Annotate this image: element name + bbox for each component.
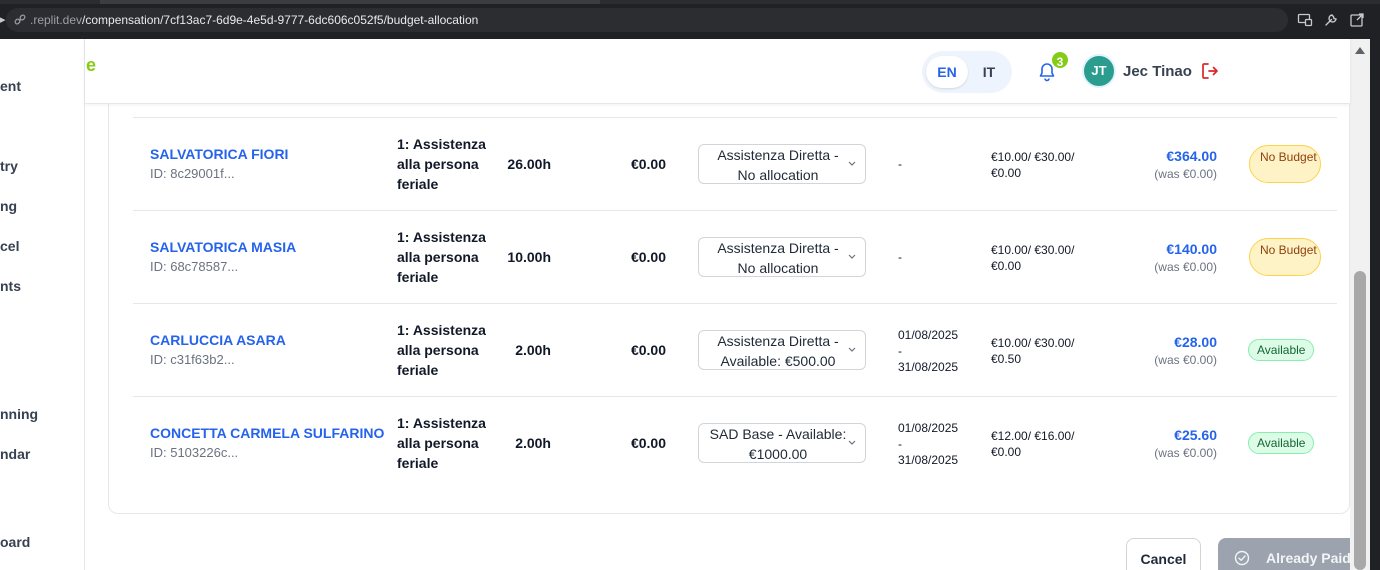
wrench-icon[interactable]	[1323, 12, 1339, 28]
tab[interactable]	[100, 0, 600, 4]
period-end: 31/08/2025	[898, 360, 959, 374]
notification-badge: 3	[1050, 50, 1070, 70]
sidebar-item-3[interactable]: ng	[0, 198, 17, 214]
url-host: .replit.dev	[30, 13, 83, 27]
sidebar-item-5[interactable]: nts	[0, 278, 21, 294]
allocation-select[interactable]: SAD Base - Available: €1000.00	[698, 423, 866, 463]
total-amount: €25.60	[1174, 427, 1217, 443]
period-end: 31/08/2025	[898, 453, 959, 467]
employee-id: ID: 68c78587...	[150, 259, 239, 274]
period-separator: -	[898, 344, 902, 358]
employee-name-link[interactable]: SALVATORICA MASIA	[150, 239, 296, 255]
sidebar-item-7[interactable]: ndar	[0, 446, 30, 462]
sidebar-item-1[interactable]: ent	[0, 78, 21, 94]
allocation-select-value: Assistenza Diretta - No allocation	[717, 147, 839, 183]
sidebar-item-6[interactable]: nning	[0, 406, 38, 422]
chevron-down-icon	[848, 347, 856, 352]
hours-value: 26.00h	[507, 156, 551, 172]
browser-address-bar: ▸ .replit.dev/compensation/7cf13ac7-6d9e…	[0, 0, 1380, 39]
hours-value: 2.00h	[515, 342, 551, 358]
language-en-button[interactable]: EN	[926, 56, 968, 88]
period-start: 01/08/2025	[898, 328, 959, 342]
link-icon	[14, 14, 26, 25]
paid-amount: €0.00	[630, 156, 666, 172]
chevron-down-icon	[848, 161, 856, 166]
tab-strip	[0, 0, 1380, 4]
rates-value: €10.00/ €30.00/ €0.50	[991, 336, 1075, 366]
period-start: -	[898, 157, 902, 171]
previous-amount: (was €0.00)	[1154, 446, 1217, 460]
chevron-down-icon	[848, 254, 856, 259]
sidebar-item-8[interactable]: oard	[0, 534, 30, 550]
paid-amount: €0.00	[630, 249, 666, 265]
cast-icon[interactable]	[1297, 12, 1313, 28]
status-badge: Available	[1248, 432, 1315, 454]
logout-icon[interactable]	[1200, 61, 1220, 81]
language-it-button[interactable]: IT	[968, 56, 1010, 88]
employee-name-link[interactable]: CONCETTA CARMELA SULFARINO	[150, 425, 384, 441]
allocation-select[interactable]: Assistenza Diretta - No allocation	[698, 237, 866, 277]
rates-value: €10.00/ €30.00/ €0.00	[991, 150, 1075, 180]
rates-value: €10.00/ €30.00/ €0.00	[991, 243, 1075, 273]
previous-amount: (was €0.00)	[1154, 353, 1217, 367]
already-paid-button[interactable]: Already Paid	[1218, 538, 1368, 570]
total-amount: €28.00	[1174, 334, 1217, 350]
allocation-select[interactable]: Assistenza Diretta - No allocation	[698, 144, 866, 184]
sidebar: ent try ng cel nts nning ndar oard	[0, 39, 85, 570]
total-amount: €140.00	[1166, 241, 1217, 257]
previous-amount: (was €0.00)	[1154, 167, 1217, 181]
employee-name-link[interactable]: SALVATORICA FIORI	[150, 146, 288, 162]
status-badge: Available	[1248, 339, 1315, 361]
paid-amount: €0.00	[630, 342, 666, 358]
sidebar-item-2[interactable]: try	[0, 158, 18, 174]
employee-id: ID: 8c29001f...	[150, 166, 235, 181]
previous-amount: (was €0.00)	[1154, 260, 1217, 274]
employee-name-link[interactable]: CARLUCCIA ASARA	[150, 332, 286, 348]
status-badge: No Budget	[1249, 238, 1321, 276]
allocation-select[interactable]: Assistenza Diretta - Available: €500.00	[698, 330, 866, 370]
language-toggle: EN IT	[922, 51, 1012, 93]
logo: e	[86, 55, 97, 75]
vertical-scrollbar[interactable]	[1350, 39, 1370, 570]
employee-id: ID: c31f63b2...	[150, 352, 235, 367]
open-external-icon[interactable]	[1349, 12, 1365, 28]
rates-value: €12.00/ €16.00/ €0.00	[991, 429, 1075, 459]
url-path: /compensation/7cf13ac7-6d9e-4e5d-9777-6d…	[82, 13, 479, 27]
user-name[interactable]: Jec Tinao	[1123, 63, 1192, 80]
already-paid-label: Already Paid	[1266, 550, 1351, 566]
paid-amount: €0.00	[630, 435, 666, 451]
allocation-select-value: Assistenza Diretta - No allocation	[717, 240, 839, 276]
hours-value: 2.00h	[515, 435, 551, 451]
status-badge: No Budget	[1249, 145, 1321, 183]
cancel-button[interactable]: Cancel	[1126, 538, 1201, 570]
period-start: -	[898, 250, 902, 264]
url-text[interactable]: .replit.dev/compensation/7cf13ac7-6d9e-4…	[30, 12, 478, 28]
chevron-down-icon	[848, 440, 856, 445]
window-edge	[1370, 39, 1380, 570]
period-start: 01/08/2025	[898, 421, 959, 435]
period-separator: -	[898, 437, 902, 451]
sidebar-item-4[interactable]: cel	[0, 238, 19, 254]
scroll-up-arrow-icon[interactable]	[1355, 47, 1365, 54]
scroll-thumb[interactable]	[1354, 271, 1366, 570]
allocation-select-value: Assistenza Diretta - Available: €500.00	[717, 333, 839, 369]
allocation-select-value: SAD Base - Available: €1000.00	[709, 426, 847, 462]
hours-value: 10.00h	[507, 249, 551, 265]
employee-id: ID: 5103226c...	[150, 445, 239, 460]
avatar[interactable]: JT	[1082, 54, 1116, 88]
total-amount: €364.00	[1166, 148, 1217, 164]
check-circle-icon	[1234, 550, 1250, 566]
